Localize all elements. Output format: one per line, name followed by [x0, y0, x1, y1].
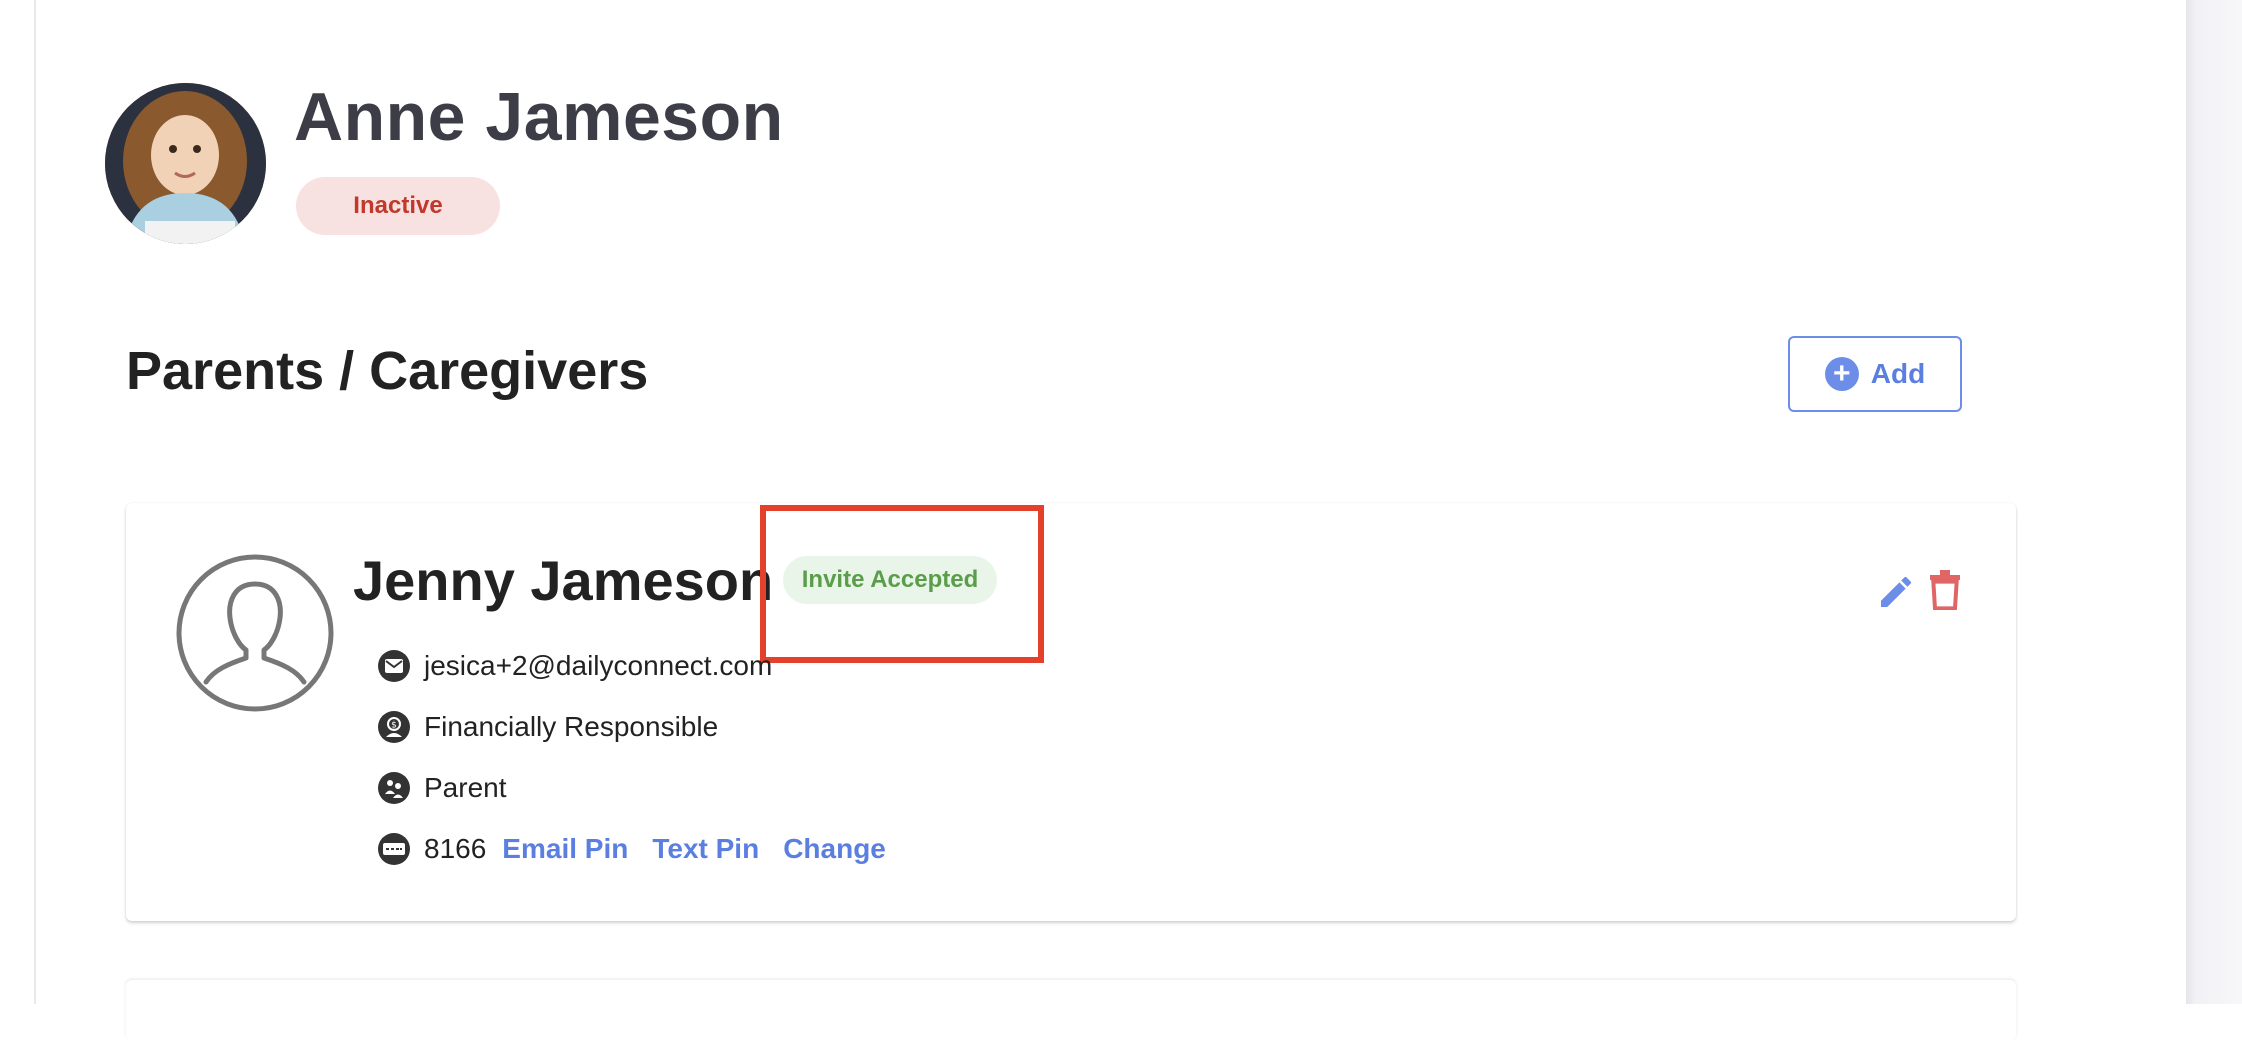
- financial-text: Financially Responsible: [424, 711, 719, 742]
- pin-keyboard-icon: [378, 833, 410, 865]
- page-left-border: [34, 0, 36, 1004]
- trash-icon[interactable]: [1928, 570, 1962, 610]
- financial-row: $ Financially Responsible: [378, 711, 718, 743]
- envelope-icon: [378, 650, 410, 682]
- email-text: jesica+2@dailyconnect.com: [424, 650, 773, 681]
- add-caregiver-button[interactable]: + Add: [1788, 336, 1962, 412]
- svg-text:$: $: [391, 721, 397, 731]
- section-title: Parents / Caregivers: [126, 341, 649, 401]
- pin-value: 8166: [424, 833, 487, 864]
- pin-row: 8166 Email Pin Text Pin Change: [378, 833, 886, 865]
- family-icon: [378, 772, 410, 804]
- student-avatar: [105, 83, 266, 244]
- parent-name: Jenny Jameson: [353, 549, 774, 612]
- student-status-badge: Inactive: [296, 177, 500, 235]
- person-icon: [176, 554, 334, 712]
- relation-text: Parent: [424, 772, 507, 803]
- dollar-person-icon: $: [378, 711, 410, 743]
- add-button-label: Add: [1870, 358, 1926, 389]
- text-pin-link[interactable]: Text Pin: [652, 833, 759, 865]
- change-pin-link[interactable]: Change: [783, 833, 886, 865]
- pencil-icon[interactable]: [1876, 572, 1916, 612]
- relation-row: Parent: [378, 772, 507, 804]
- page-right-shadow: [2186, 0, 2242, 1004]
- plus-icon: +: [1824, 357, 1859, 391]
- email-row: jesica+2@dailyconnect.com: [378, 650, 772, 682]
- email-pin-link[interactable]: Email Pin: [502, 833, 628, 865]
- highlight-annotation-box: [760, 505, 1044, 663]
- student-name: Anne Jameson: [294, 79, 784, 155]
- next-caregiver-card: [126, 980, 2016, 1040]
